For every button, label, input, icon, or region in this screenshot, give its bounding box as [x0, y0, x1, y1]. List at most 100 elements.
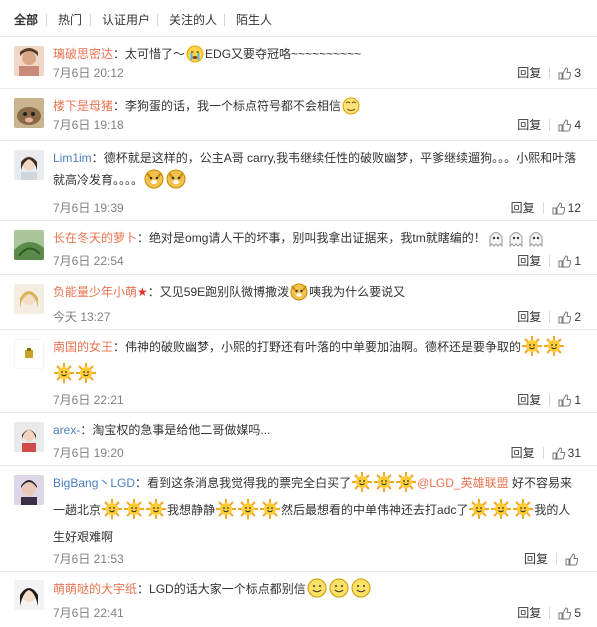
thumbs-up-icon — [552, 202, 565, 215]
comment-text: 萌萌哒的大宇纸：LGD的话大家一个标点都别信 — [53, 578, 581, 605]
comment-filter-tabs: 全部 热门 认证用户 关注的人 陌生人 — [0, 0, 597, 37]
tab-divider — [90, 14, 91, 26]
ghost-emoji-icon — [527, 229, 545, 254]
avatar[interactable] — [14, 230, 44, 260]
reply-button[interactable]: 回复 — [517, 253, 541, 269]
comment-text: 璃破思密达：太可惜了～ EDG又要夺冠咯~~~~~~~~~~ — [53, 43, 581, 70]
doge-emoji-icon — [166, 169, 186, 196]
avatar[interactable] — [14, 580, 44, 610]
thumbs-up-icon — [558, 255, 572, 268]
comment-actions: 回复 12 — [511, 200, 581, 216]
avatar[interactable] — [14, 46, 44, 76]
comment-actions: 回复 3 — [517, 65, 581, 81]
tab-divider — [224, 14, 225, 26]
comment-text: Lim1im：德杯就是这样的，公主A哥 carry,我韦继续任性的破败幽梦，平爹… — [53, 147, 581, 196]
sun-emoji-icon — [352, 472, 373, 499]
comment-time: 7月6日 20:12 — [53, 66, 124, 80]
comment-actions: 回复 1 — [517, 253, 581, 269]
comment-actions: 回复 31 — [511, 445, 581, 461]
like-button[interactable]: 4 — [558, 117, 581, 133]
like-button[interactable]: 31 — [552, 445, 581, 461]
action-divider — [549, 394, 551, 406]
like-button[interactable]: 3 — [558, 65, 581, 81]
thumbs-up-icon — [558, 67, 572, 80]
comment-item: Lim1im：德杯就是这样的，公主A哥 carry,我韦继续任性的破败幽梦，平爹… — [0, 141, 597, 221]
vip-star-icon: ★ — [137, 285, 148, 299]
action-divider — [549, 67, 551, 79]
action-divider — [542, 447, 544, 459]
tab-strangers[interactable]: 陌生人 — [236, 12, 272, 28]
comment-actions: 回复 5 — [517, 605, 581, 621]
action-divider — [549, 255, 551, 267]
avatar[interactable] — [14, 284, 44, 314]
sun-emoji-icon — [374, 472, 395, 499]
reply-button[interactable]: 回复 — [517, 117, 541, 133]
ghost-emoji-icon — [507, 229, 525, 254]
thumbs-up-icon — [558, 607, 572, 620]
like-button[interactable]: 1 — [558, 392, 581, 408]
sun-emoji-icon — [216, 499, 237, 526]
sun-emoji-icon — [469, 499, 490, 526]
avatar[interactable] — [14, 150, 44, 180]
ghost-emoji-icon — [487, 229, 505, 254]
comment-text: 长在冬天的萝卜：绝对是omg请人干的坏事，别叫我拿出证据来，我tm就瞎编的！ — [53, 227, 581, 254]
comment-actions: 回复 4 — [517, 117, 581, 133]
thumbs-up-icon — [552, 447, 565, 460]
username[interactable]: BigBang丶LGD — [53, 476, 135, 490]
like-button[interactable]: 2 — [558, 309, 581, 325]
like-button[interactable]: 5 — [558, 605, 581, 621]
username[interactable]: Lim1im — [53, 151, 92, 165]
avatar[interactable] — [14, 475, 44, 505]
action-divider — [549, 607, 551, 619]
action-divider — [549, 119, 551, 131]
comment-item: 楼下是母猪：李狗蛋的话，我一个标点符号都不会相信 7月6日 19:18 回复 4 — [0, 89, 597, 141]
sun-emoji-icon — [76, 363, 96, 390]
sun-emoji-icon — [238, 499, 259, 526]
avatar[interactable] — [14, 98, 44, 128]
reply-button[interactable]: 回复 — [517, 309, 541, 325]
reply-button[interactable]: 回复 — [511, 200, 535, 216]
action-divider — [549, 311, 551, 323]
reply-button[interactable]: 回复 — [511, 445, 535, 461]
comment-item: BigBang丶LGD：看到这条消息我觉得我的票完全白买了 @LGD_英雄联盟 好… — [0, 466, 597, 572]
username[interactable]: arex- — [53, 423, 80, 437]
like-button[interactable]: 12 — [552, 200, 581, 216]
sun-emoji-icon — [260, 499, 281, 526]
reply-button[interactable]: 回复 — [517, 605, 541, 621]
thumbs-up-icon — [558, 119, 572, 132]
reply-button[interactable]: 回复 — [524, 551, 548, 567]
avatar[interactable] — [14, 339, 44, 369]
comment-time: 7月6日 22:54 — [53, 254, 124, 268]
comment-time: 7月6日 19:39 — [53, 201, 124, 215]
username[interactable]: 璃破思密达 — [53, 47, 113, 61]
reply-button[interactable]: 回复 — [517, 392, 541, 408]
avatar[interactable] — [14, 422, 44, 452]
comment-item: 南国的女王：伟神的破败幽梦，小熙的打野还有叶落的中单要加油啊。德杯还是要争取的 … — [0, 330, 597, 413]
tab-verified-users[interactable]: 认证用户 — [102, 12, 150, 28]
username[interactable]: 长在冬天的萝卜 — [53, 231, 137, 245]
tab-divider — [46, 14, 47, 26]
reply-button[interactable]: 回复 — [517, 65, 541, 81]
sun-emoji-icon — [522, 336, 543, 363]
thumbs-up-icon — [558, 311, 572, 324]
sun-emoji-icon — [491, 499, 512, 526]
tab-divider — [157, 14, 158, 26]
comment-item: arex-：淘宝权的急事是给他二哥做媒吗... 7月6日 19:20 回复 31 — [0, 413, 597, 466]
like-button[interactable] — [565, 551, 581, 567]
comment-actions: 回复 1 — [517, 392, 581, 408]
comment-time: 7月6日 19:18 — [53, 118, 124, 132]
username[interactable]: 南国的女王 — [53, 340, 113, 354]
dizzy-emoji-icon — [342, 97, 360, 122]
comment-time: 7月6日 19:20 — [53, 446, 124, 460]
tab-hot[interactable]: 热门 — [58, 12, 82, 28]
username[interactable]: 负能量少年小萌 — [53, 285, 137, 299]
smile-emoji-icon — [329, 578, 349, 605]
username[interactable]: 萌萌哒的大宇纸 — [53, 582, 137, 596]
sun-emoji-icon — [513, 499, 534, 526]
sun-emoji-icon — [146, 499, 167, 526]
like-button[interactable]: 1 — [558, 253, 581, 269]
mention-link[interactable]: @LGD_英雄联盟 — [417, 476, 509, 490]
username[interactable]: 楼下是母猪 — [53, 99, 113, 113]
tab-all[interactable]: 全部 — [14, 12, 38, 28]
tab-following[interactable]: 关注的人 — [169, 12, 217, 28]
